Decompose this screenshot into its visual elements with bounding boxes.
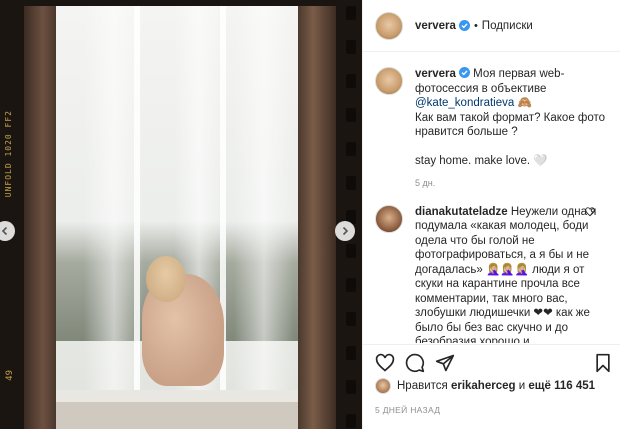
film-sprocket: [346, 312, 356, 326]
film-sprocket: [346, 380, 356, 394]
chevron-right-icon: [342, 226, 349, 236]
comment-bubble-icon[interactable]: [405, 353, 425, 373]
likes-summary: Нравится erikaherceg и ещё 116 451: [375, 378, 595, 394]
comment-like-icon[interactable]: [585, 206, 595, 217]
film-edge-label: UNFOLD 1020 FF2: [4, 110, 13, 198]
film-sprocket: [346, 108, 356, 122]
film-sprocket: [346, 40, 356, 54]
film-sprocket: [346, 346, 356, 360]
avatar[interactable]: [375, 67, 403, 95]
caption-username-link[interactable]: ververa: [415, 68, 456, 80]
film-sprocket: [346, 74, 356, 88]
save-bookmark-icon[interactable]: [593, 353, 613, 373]
chevron-left-icon: [1, 226, 8, 236]
caption-question: Как вам такой формат? Какое фото нравитс…: [415, 111, 606, 139]
post-actions: [363, 344, 620, 374]
film-sprocket: [346, 142, 356, 156]
caption: ververa Моя первая web-фотосессия в объе…: [375, 67, 609, 191]
curtain-right: [298, 6, 336, 429]
share-paper-plane-icon[interactable]: [435, 353, 455, 373]
window-sill: [54, 390, 300, 402]
likes-count-link[interactable]: ещё 116 451: [528, 380, 595, 392]
curtain-left: [24, 6, 56, 429]
prev-photo-button[interactable]: [0, 221, 15, 241]
avatar[interactable]: [375, 11, 403, 40]
comment-text: Неужели одна я подумала «какая молодец, …: [415, 205, 597, 344]
film-sprocket: [346, 278, 356, 292]
separator-dot: •: [473, 19, 478, 32]
likes-prefix: Нравится: [397, 380, 448, 392]
username-link[interactable]: ververa: [415, 20, 456, 32]
caption-slogan: stay home. make love. 🤍: [415, 154, 548, 167]
caption-mention-link[interactable]: @kate_kondratieva: [415, 97, 514, 109]
sheer-curtain: [234, 6, 294, 429]
post-details: ververa • Подписки ververa Моя первая we…: [362, 0, 620, 429]
post-header: ververa • Подписки: [363, 0, 620, 52]
caption-timestamp[interactable]: 5 дн.: [415, 176, 609, 191]
like-heart-icon[interactable]: [375, 353, 395, 373]
film-sprocket: [346, 414, 356, 428]
comments-list[interactable]: ververa Моя первая web-фотосессия в объе…: [363, 53, 620, 343]
next-photo-button[interactable]: [335, 221, 355, 241]
post-timestamp[interactable]: 5 ДНЕЙ НАЗАД: [375, 405, 440, 415]
sheer-curtain: [84, 6, 144, 429]
film-sprocket: [346, 176, 356, 190]
film-sprocket: [346, 6, 356, 20]
comment-username-link[interactable]: dianakutateladze: [415, 206, 508, 218]
avatar[interactable]: [375, 204, 403, 233]
verified-badge-icon: [458, 67, 470, 78]
wall: [54, 402, 300, 429]
following-button[interactable]: Подписки: [482, 20, 533, 32]
caption-emoji: 🙈: [517, 97, 532, 109]
person-hair: [146, 256, 186, 302]
verified-badge-icon: [458, 20, 470, 31]
liker-username-link[interactable]: erikaherceg: [451, 380, 516, 392]
likes-conjunction: и: [518, 380, 526, 392]
comment-item: dianakutateladze Неужели одна я подумала…: [375, 204, 609, 344]
film-frame-number: 49: [5, 370, 15, 381]
film-sprocket: [346, 244, 356, 258]
photo-frame: [24, 6, 336, 429]
post-photo[interactable]: UNFOLD 1020 FF2 49: [0, 0, 362, 429]
liker-avatar[interactable]: [375, 378, 391, 394]
